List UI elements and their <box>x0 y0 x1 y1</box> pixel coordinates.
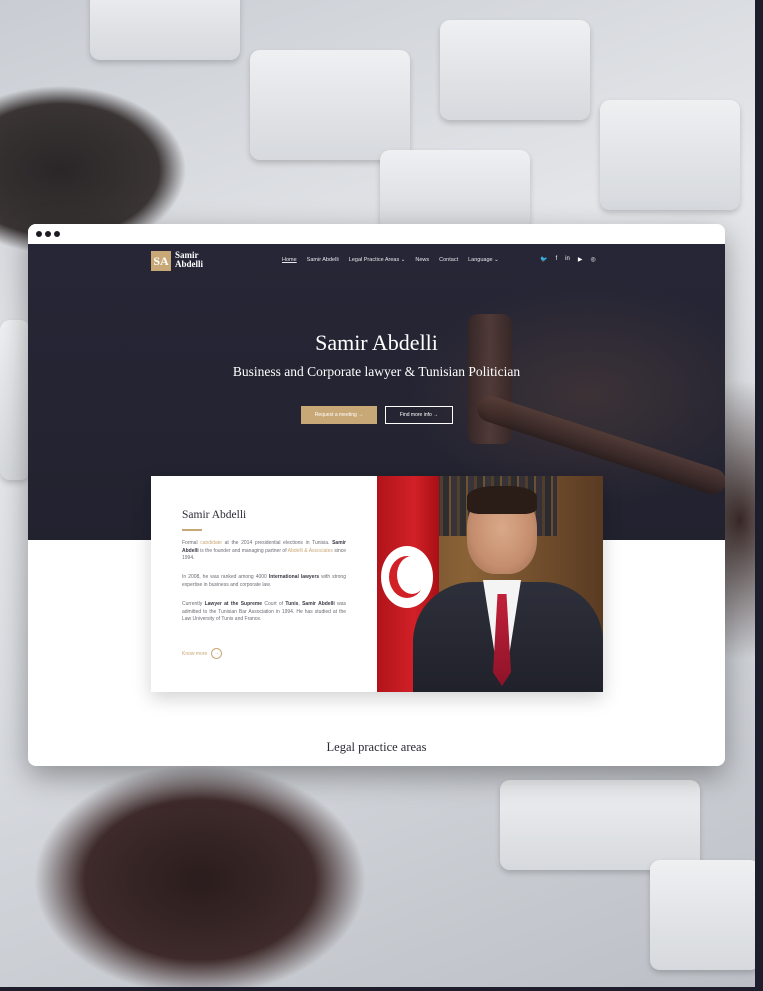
know-more-link[interactable]: Know more → <box>182 648 223 659</box>
text-span: Formal <box>182 540 201 546</box>
text-span: is the founder and managing partner of <box>198 547 288 554</box>
text-span: at the 2014 presidential elections in Tu… <box>221 540 333 546</box>
frame-edge <box>755 0 763 991</box>
browser-mockup: SA Samir Abdelli Home Samir Abdelli Lega… <box>28 224 725 766</box>
keyboard-key <box>0 320 30 480</box>
nav-item-samir-abdelli[interactable]: Samir Abdelli <box>307 257 339 263</box>
logo-text[interactable]: Samir Abdelli <box>175 251 203 269</box>
portrait-photo <box>377 476 603 692</box>
about-paragraph-3: Currently Lawyer at the Supreme Court of… <box>182 601 346 624</box>
nav-item-legal-practice-areas[interactable]: Legal Practice Areas ⌄ <box>349 257 406 263</box>
title-divider <box>182 529 202 531</box>
bold-text: Tunis <box>285 601 299 607</box>
know-more-label: Know more <box>182 650 208 657</box>
keyboard-key <box>90 0 240 60</box>
bold-text: Samir Abdelli <box>302 601 335 607</box>
nav-item-home[interactable]: Home <box>282 257 297 263</box>
nav-item-contact[interactable]: Contact <box>439 257 458 263</box>
about-paragraph-1: Formal candidate at the 2014 presidentia… <box>182 540 346 563</box>
keyboard-key <box>600 100 740 210</box>
hero-title: Samir Abdelli <box>315 330 438 355</box>
facebook-icon[interactable]: f <box>555 256 557 263</box>
window-dot-icon <box>54 231 60 237</box>
main-menu: Home Samir Abdelli Legal Practice Areas … <box>282 257 499 263</box>
keyboard-key <box>380 150 530 230</box>
text-span: In 2008, he was ranked among 4000 <box>182 574 269 580</box>
bold-text: Lawyer at the Supreme <box>204 601 263 607</box>
web-page: SA Samir Abdelli Home Samir Abdelli Lega… <box>28 244 725 766</box>
arrow-circle-icon: → <box>211 648 223 659</box>
flag-emblem-icon <box>381 546 433 608</box>
nav-item-language[interactable]: Language ⌄ <box>468 257 499 263</box>
text-span: Court of <box>262 601 286 607</box>
youtube-icon[interactable]: ▶ <box>578 256 583 263</box>
bold-text: International lawyers <box>268 574 320 580</box>
legal-practice-heading: Legal practice areas <box>326 740 427 754</box>
about-title: Samir Abdelli <box>182 509 247 521</box>
top-navigation: SA Samir Abdelli Home Samir Abdelli Lega… <box>28 244 725 280</box>
keyboard-key <box>500 780 700 870</box>
instagram-icon[interactable]: ◎ <box>590 256 595 263</box>
frame-edge <box>0 987 763 991</box>
find-more-info-button[interactable]: Find more info → <box>385 406 453 424</box>
about-card: Samir Abdelli Formal candidate at the 20… <box>151 476 603 692</box>
about-text-panel: Samir Abdelli Formal candidate at the 20… <box>151 476 377 692</box>
about-paragraph-2: In 2008, he was ranked among 4000 Intern… <box>182 574 346 589</box>
window-dot-icon <box>45 231 51 237</box>
logo-line-2: Abdelli <box>175 259 204 269</box>
social-links: 🐦 f in ▶ ◎ <box>540 256 596 263</box>
person-hair <box>467 486 537 514</box>
candidate-link[interactable]: candidate <box>200 540 222 546</box>
window-dot-icon <box>36 231 42 237</box>
keyboard-key <box>650 860 755 970</box>
request-meeting-button[interactable]: Request a meeting → <box>301 406 377 424</box>
twitter-icon[interactable]: 🐦 <box>540 256 547 263</box>
logo-mark[interactable]: SA <box>151 251 171 271</box>
browser-chrome <box>28 224 725 244</box>
linkedin-icon[interactable]: in <box>565 256 570 263</box>
nav-item-news[interactable]: News <box>415 257 429 263</box>
keyboard-key <box>440 20 590 120</box>
text-span: Currently <box>182 601 205 607</box>
keyboard-key <box>250 50 410 160</box>
firm-link[interactable]: Abdelli & Associates <box>288 548 333 554</box>
hero-subtitle: Business and Corporate lawyer & Tunisian… <box>232 364 521 379</box>
